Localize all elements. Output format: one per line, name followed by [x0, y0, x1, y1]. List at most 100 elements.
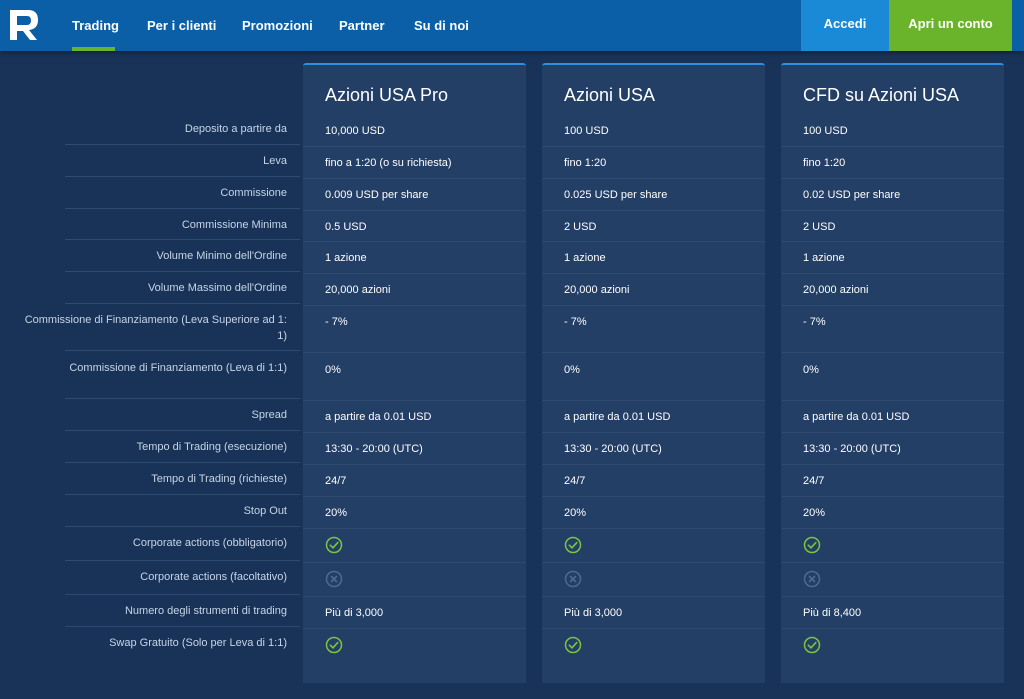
check-icon [803, 636, 821, 654]
row-divider [65, 462, 300, 463]
row-divider [303, 241, 526, 242]
row-divider [65, 144, 300, 145]
row-divider [781, 305, 1004, 306]
row-divider [781, 352, 1004, 353]
table-cell: 0% [325, 364, 341, 376]
table-cell: - 7% [564, 316, 587, 328]
row-divider [781, 496, 1004, 497]
row-divider [542, 464, 765, 465]
row-divider [303, 496, 526, 497]
row-label: Stop Out [243, 505, 287, 517]
brand-logo[interactable] [8, 8, 40, 42]
check-icon [803, 536, 821, 554]
table-cell: a partire da 0.01 USD [325, 411, 432, 423]
nav-partner[interactable]: Partner [339, 0, 385, 51]
table-cell: 20% [803, 507, 826, 519]
row-label: Commissione Minima [181, 219, 287, 231]
check-icon [564, 636, 582, 654]
row-divider [65, 626, 300, 627]
row-divider [65, 560, 300, 561]
check-icon [325, 536, 343, 554]
row-divider [781, 210, 1004, 211]
nav-trading[interactable]: Trading [72, 0, 119, 51]
table-cell: 0.02 USD per share [803, 189, 901, 201]
row-divider [65, 398, 300, 399]
table-cell: 1 azione [803, 252, 845, 264]
row-divider [303, 210, 526, 211]
product-title: CFD su Azioni USA [803, 85, 960, 105]
top-navigation-bar: Trading Per i clienti Promozioni Partner… [0, 0, 1024, 51]
table-cell: a partire da 0.01 USD [564, 411, 671, 423]
table-cell: 24/7 [564, 475, 586, 487]
row-divider [303, 432, 526, 433]
row-divider [303, 528, 526, 529]
row-divider [781, 400, 1004, 401]
table-cell: a partire da 0.01 USD [803, 411, 910, 423]
row-label: Tempo di Trading (richieste) [151, 473, 287, 485]
nav-promozioni[interactable]: Promozioni [242, 0, 313, 51]
cross-icon [325, 570, 343, 588]
row-divider [65, 526, 300, 527]
row-divider [781, 464, 1004, 465]
table-cell: 100 USD [803, 125, 848, 137]
product-column: CFD su Azioni USA 100 USD fino 1:20 0.02 US… [781, 63, 1004, 683]
header-edge [1012, 0, 1024, 51]
row-label: Deposito a partire da [184, 123, 287, 135]
row-divider [542, 596, 765, 597]
product-column: Azioni USA 100 USD fino 1:20 0.025 USD per … [542, 63, 765, 683]
table-cell: 20% [325, 507, 348, 519]
row-divider [542, 305, 765, 306]
table-cell: 20,000 azioni [325, 284, 391, 296]
product-title: Azioni USA [564, 85, 656, 105]
row-divider [781, 596, 1004, 597]
row-divider [65, 594, 300, 595]
row-divider [303, 464, 526, 465]
table-cell: fino 1:20 [564, 157, 607, 169]
table-cell: - 7% [325, 316, 348, 328]
product-title: Azioni USA Pro [325, 85, 449, 105]
table-cell: fino a 1:20 (o su richiesta) [325, 157, 452, 169]
row-label: Swap Gratuito (Solo per Leva di 1:1) [109, 637, 287, 649]
row-divider [781, 628, 1004, 629]
table-cell: 13:30 - 20:00 (UTC) [325, 443, 423, 455]
check-icon [325, 636, 343, 654]
table-cell: 24/7 [325, 475, 347, 487]
table-cell: Più di 8,400 [803, 607, 862, 619]
row-label: Volume Massimo dell'Ordine [147, 282, 287, 294]
login-button[interactable]: Accedi [801, 0, 889, 51]
row-divider [65, 303, 300, 304]
row-divider [542, 178, 765, 179]
row-divider [542, 273, 765, 274]
row-label: Corporate actions (obbligatorio) [132, 537, 287, 549]
row-divider [542, 210, 765, 211]
row-divider [65, 494, 300, 495]
row-divider [542, 496, 765, 497]
row-label: Spread [251, 409, 287, 421]
table-cell: 1 azione [564, 252, 606, 264]
table-cell: 20,000 azioni [803, 284, 869, 296]
row-divider [542, 628, 765, 629]
row-divider [781, 528, 1004, 529]
row-divider [303, 273, 526, 274]
check-icon [564, 536, 582, 554]
row-divider [542, 352, 765, 353]
nav-per-i-clienti[interactable]: Per i clienti [147, 0, 216, 51]
row-divider [65, 208, 300, 209]
row-label: Volume Minimo dell'Ordine [156, 250, 288, 262]
row-label: Numero degli strumenti di trading [124, 605, 287, 617]
product-column: Azioni USA Pro 10,000 USD fino a 1:20 (o s… [303, 63, 526, 683]
table-cell: 13:30 - 20:00 (UTC) [564, 443, 662, 455]
table-cell: 1 azione [325, 252, 367, 264]
row-divider [303, 628, 526, 629]
nav-su-di-noi[interactable]: Su di noi [414, 0, 469, 51]
open-account-button[interactable]: Apri un conto [889, 0, 1012, 51]
table-cell: 20,000 azioni [564, 284, 630, 296]
table-cell: 2 USD [564, 221, 597, 233]
row-label: Leva [263, 155, 287, 167]
row-divider [303, 146, 526, 147]
row-divider [781, 432, 1004, 433]
row-divider [781, 146, 1004, 147]
table-cell: 2 USD [803, 221, 836, 233]
row-label: Corporate actions (facoltativo) [140, 571, 287, 583]
table-cell: 24/7 [803, 475, 825, 487]
